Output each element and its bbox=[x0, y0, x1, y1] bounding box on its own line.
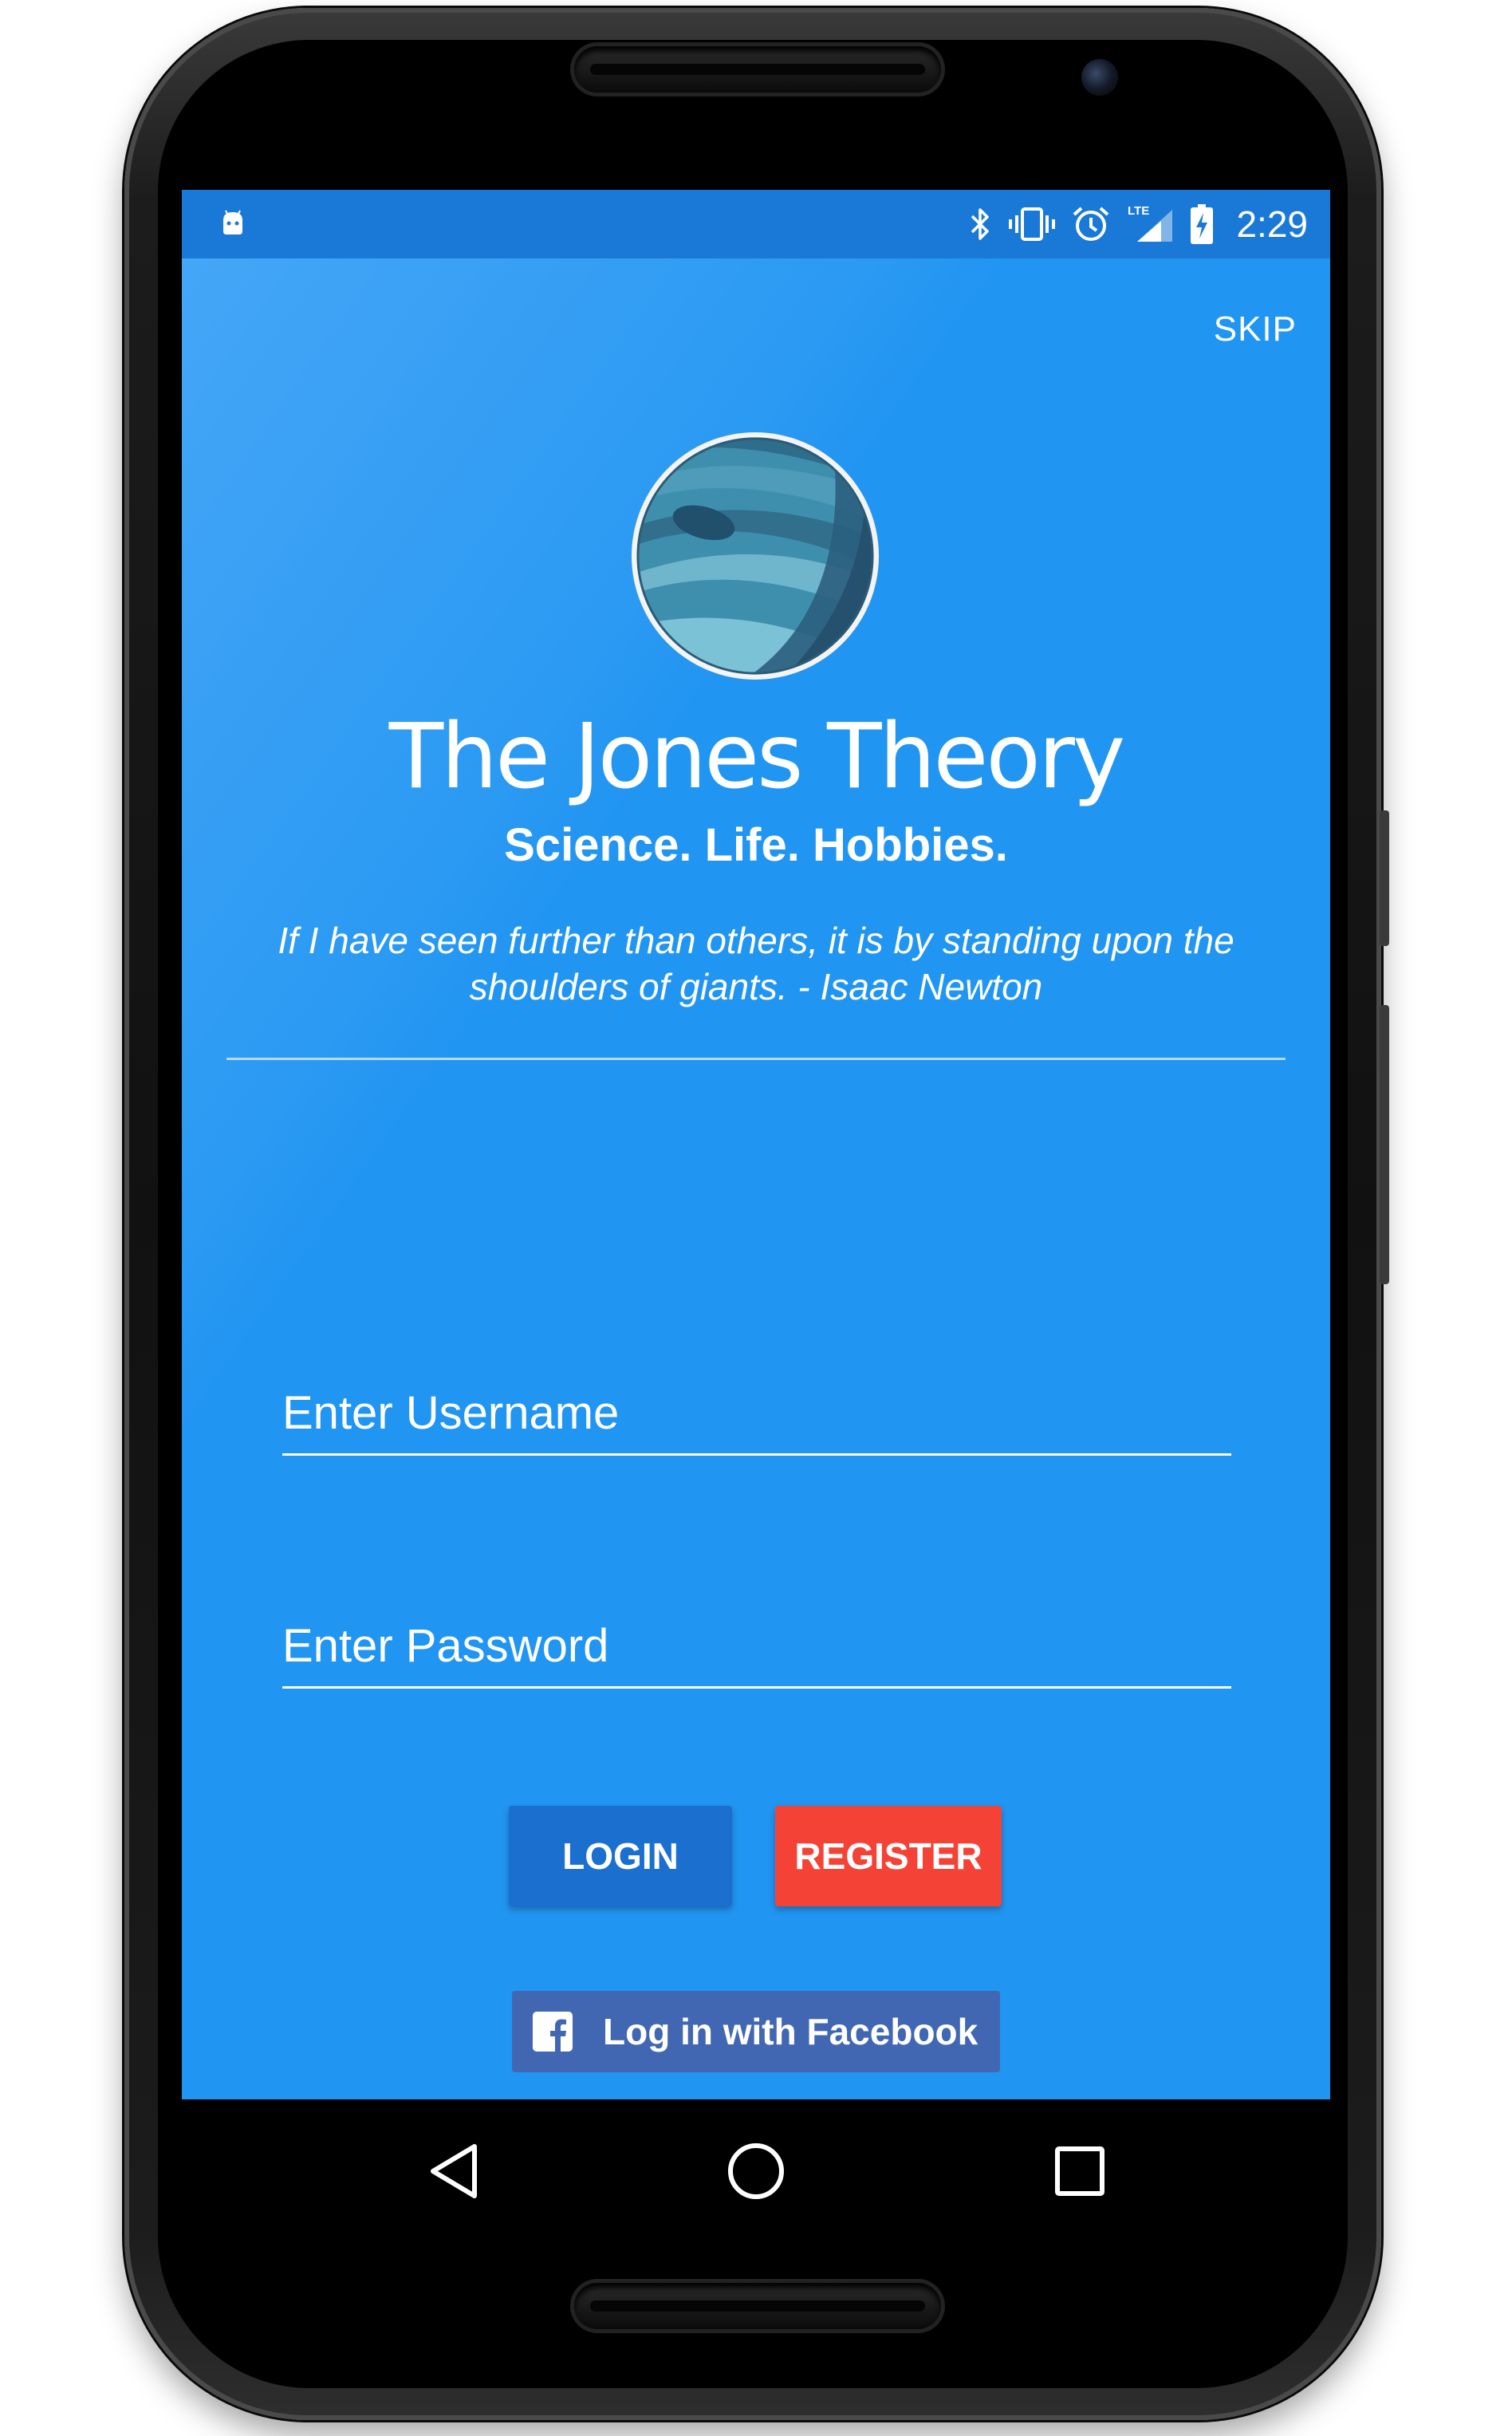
battery-charging-icon bbox=[1191, 204, 1214, 244]
password-input[interactable] bbox=[282, 1614, 1231, 1686]
back-icon bbox=[431, 2144, 477, 2198]
skip-button[interactable]: SKIP bbox=[1214, 309, 1297, 349]
facebook-login-label: Log in with Facebook bbox=[603, 2011, 978, 2052]
newton-quote: If I have seen further than others, it i… bbox=[278, 920, 1234, 1007]
lte-signal-icon: LTE bbox=[1128, 204, 1173, 242]
clock-time: 2:29 bbox=[1236, 203, 1308, 245]
alarm-icon bbox=[1073, 207, 1109, 241]
android-debug-icon bbox=[223, 210, 242, 235]
navigation-bar bbox=[182, 2099, 1330, 2243]
earpiece-speaker bbox=[574, 46, 941, 93]
username-input[interactable] bbox=[282, 1382, 1231, 1453]
register-button[interactable]: REGISTER bbox=[775, 1806, 1002, 1906]
front-camera bbox=[1081, 59, 1118, 96]
recents-icon bbox=[1055, 2146, 1104, 2196]
planet-logo-icon bbox=[631, 432, 880, 680]
facebook-icon bbox=[533, 2012, 573, 2052]
back-button[interactable] bbox=[423, 2139, 486, 2203]
app-tagline: Science. Life. Hobbies. bbox=[504, 819, 1008, 871]
vibrate-icon bbox=[1009, 207, 1056, 241]
volume-button bbox=[1380, 1005, 1389, 1284]
bottom-speaker bbox=[574, 2283, 941, 2329]
status-icons: LTE 2:29 bbox=[968, 201, 1308, 247]
facebook-login-button[interactable]: Log in with Facebook bbox=[512, 1991, 1000, 2072]
password-field bbox=[282, 1614, 1231, 1689]
lte-label: LTE bbox=[1128, 204, 1149, 218]
recents-button[interactable] bbox=[1048, 2139, 1112, 2203]
status-bar: LTE 2:29 bbox=[182, 190, 1330, 258]
home-icon bbox=[728, 2143, 784, 2199]
login-screen: SKIP The Jones Theory Science. Life. Hob… bbox=[182, 258, 1330, 2099]
username-field bbox=[282, 1382, 1231, 1456]
divider bbox=[226, 1058, 1286, 1060]
login-button[interactable]: LOGIN bbox=[509, 1806, 732, 1906]
app-screen: LTE 2:29 SKIP The Jones Theory Science. … bbox=[182, 190, 1330, 2099]
power-button bbox=[1380, 810, 1389, 946]
bluetooth-icon bbox=[971, 208, 990, 240]
home-button[interactable] bbox=[724, 2139, 788, 2203]
app-title: The Jones Theory bbox=[388, 705, 1125, 809]
